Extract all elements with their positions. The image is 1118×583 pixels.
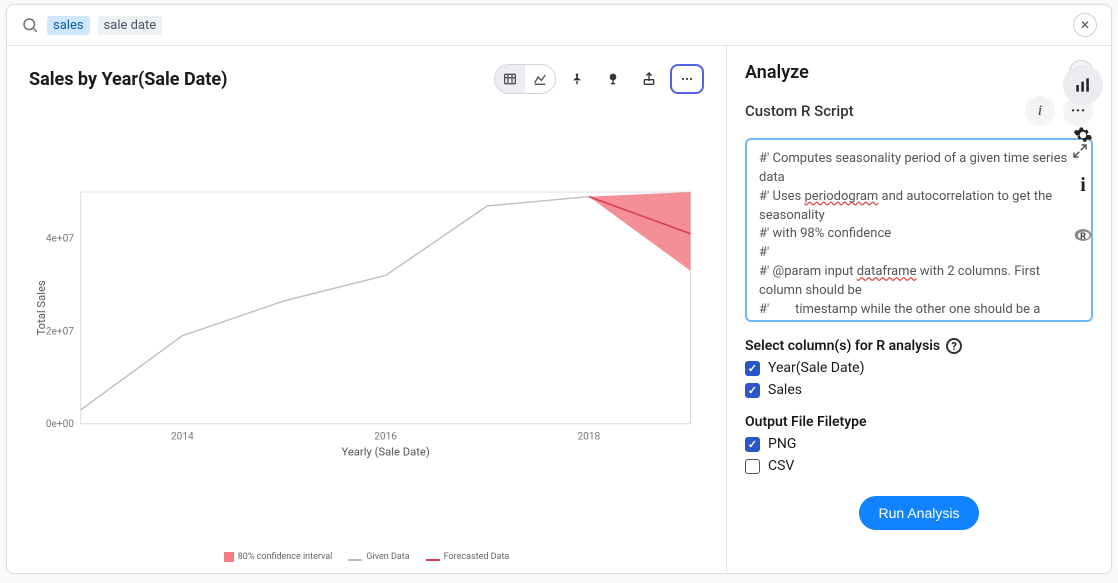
svg-text:2014: 2014 [171, 432, 194, 443]
search-icon [21, 16, 39, 34]
column-option-checkbox[interactable] [745, 361, 760, 376]
svg-text:2e+07: 2e+07 [46, 326, 74, 337]
analyze-subtitle: Custom R Script [745, 102, 854, 120]
filetype-option-label: PNG [768, 436, 796, 452]
rail-settings-icon[interactable] [1063, 115, 1103, 155]
pin-button[interactable] [562, 64, 592, 94]
svg-text:2016: 2016 [374, 432, 397, 443]
analyze-title: Analyze [745, 62, 809, 83]
filetype-label: Output File Filetype [745, 414, 1093, 430]
legend-item: Given Data [348, 552, 409, 562]
svg-text:Total Sales: Total Sales [35, 280, 48, 335]
line-chart: 0e+00 2e+07 4e+07 2014 2016 2018 Yearly (Sale … [29, 104, 704, 550]
select-columns-label: Select column(s) for R analysis ? [745, 338, 1093, 354]
view-toggle-group [494, 64, 556, 94]
rail-info-icon[interactable]: i [1063, 165, 1103, 205]
rail-chart-icon[interactable] [1063, 65, 1103, 105]
svg-text:0e+00: 0e+00 [46, 419, 74, 430]
filetype-option-checkbox[interactable] [745, 459, 760, 474]
search-chip[interactable]: sales [47, 16, 90, 35]
column-option-label: Year(Sale Date) [768, 360, 864, 376]
chart-legend: 80% confidence interval Given Data Forecas… [29, 552, 704, 562]
filetype-option-row: CSV [745, 458, 1093, 474]
chart-pane: Sales by Year(Sale Date) [7, 46, 727, 572]
column-option-label: Sales [768, 382, 802, 398]
help-icon[interactable]: ? [946, 338, 962, 354]
filetype-option-label: CSV [768, 458, 794, 474]
chart-area: 0e+00 2e+07 4e+07 2014 2016 2018 Yearly (Sale … [29, 104, 704, 562]
more-options-button[interactable] [670, 64, 704, 94]
search-bar[interactable]: sales sale date ✕ [7, 5, 1111, 46]
legend-item: Forecasted Data [426, 552, 510, 562]
table-view-button[interactable] [495, 65, 525, 93]
analyze-panel: Analyze ✕ Custom R Script i ··· #' Compu… [727, 46, 1111, 572]
column-option-row: Sales [745, 382, 1093, 398]
search-chip[interactable]: sale date [98, 16, 163, 35]
filetype-option-row: PNG [745, 436, 1093, 452]
column-option-row: Year(Sale Date) [745, 360, 1093, 376]
chart-view-button[interactable] [525, 65, 555, 93]
spotiq-button[interactable] [598, 64, 628, 94]
share-button[interactable] [634, 64, 664, 94]
svg-text:R: R [1080, 232, 1086, 242]
chart-toolbar [494, 64, 704, 94]
rail-r-icon[interactable]: R [1063, 215, 1103, 255]
chart-title: Sales by Year(Sale Date) [29, 69, 227, 90]
filetype-option-checkbox[interactable] [745, 437, 760, 452]
clear-search-button[interactable]: ✕ [1073, 13, 1097, 37]
app-window: sales sale date ✕ Sales by Year(Sale Dat… [6, 4, 1112, 574]
svg-text:2018: 2018 [578, 432, 601, 443]
svg-text:Yearly (Sale Date): Yearly (Sale Date) [341, 445, 429, 458]
right-rail: i R [1063, 65, 1103, 255]
column-option-checkbox[interactable] [745, 383, 760, 398]
legend-item: 80% confidence interval [224, 552, 333, 562]
r-script-editor[interactable]: #' Computes seasonality period of a give… [745, 138, 1093, 322]
run-analysis-button[interactable]: Run Analysis [859, 496, 980, 530]
svg-text:4e+07: 4e+07 [46, 234, 74, 245]
info-icon[interactable]: i [1025, 96, 1055, 126]
